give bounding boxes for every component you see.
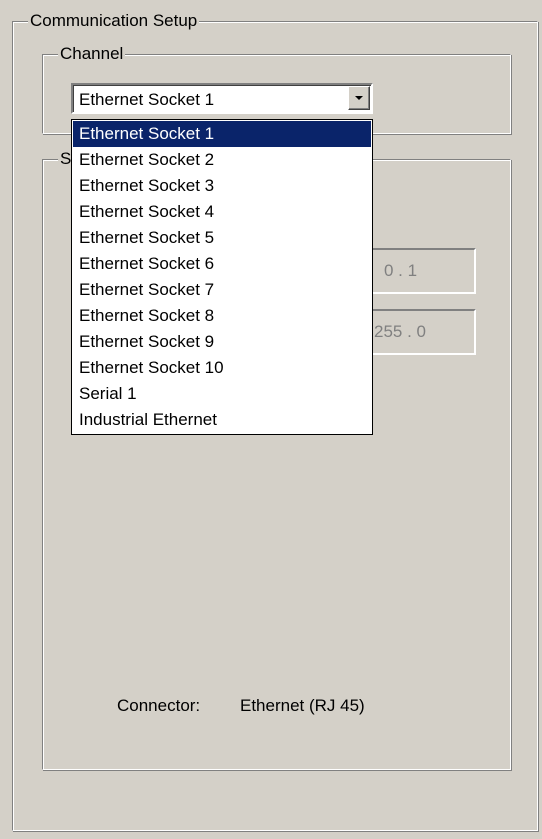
- channel-title: Channel: [58, 44, 126, 64]
- channel-option-ethernet-socket-8[interactable]: Ethernet Socket 8: [73, 303, 371, 329]
- channel-option-ethernet-socket-5[interactable]: Ethernet Socket 5: [73, 225, 371, 251]
- channel-dropdown-list[interactable]: Ethernet Socket 1 Ethernet Socket 2 Ethe…: [71, 119, 373, 435]
- connector-value: Ethernet (RJ 45): [240, 696, 365, 715]
- channel-option-ethernet-socket-7[interactable]: Ethernet Socket 7: [73, 277, 371, 303]
- channel-option-ethernet-socket-3[interactable]: Ethernet Socket 3: [73, 173, 371, 199]
- channel-dropdown-button[interactable]: [348, 86, 370, 110]
- channel-option-ethernet-socket-2[interactable]: Ethernet Socket 2: [73, 147, 371, 173]
- channel-option-ethernet-socket-9[interactable]: Ethernet Socket 9: [73, 329, 371, 355]
- channel-option-ethernet-socket-10[interactable]: Ethernet Socket 10: [73, 355, 371, 381]
- chevron-down-icon: [355, 96, 363, 100]
- channel-option-ethernet-socket-1[interactable]: Ethernet Socket 1: [73, 121, 371, 147]
- communication-setup-title: Communication Setup: [28, 11, 200, 31]
- channel-option-industrial-ethernet[interactable]: Industrial Ethernet: [73, 407, 371, 433]
- connector-label: Connector:: [117, 696, 201, 715]
- subnet-mask-value: 255 . 0: [374, 322, 426, 341]
- ip-address-value: 0 . 1: [384, 261, 418, 280]
- channel-option-ethernet-socket-4[interactable]: Ethernet Socket 4: [73, 199, 371, 225]
- channel-combobox[interactable]: Ethernet Socket 1: [71, 83, 373, 114]
- channel-option-ethernet-socket-6[interactable]: Ethernet Socket 6: [73, 251, 371, 277]
- channel-selected-value: Ethernet Socket 1: [79, 90, 215, 109]
- communication-setup-panel: Communication Setup Channel Ethernet Soc…: [0, 0, 542, 839]
- channel-option-serial-1[interactable]: Serial 1: [73, 381, 371, 407]
